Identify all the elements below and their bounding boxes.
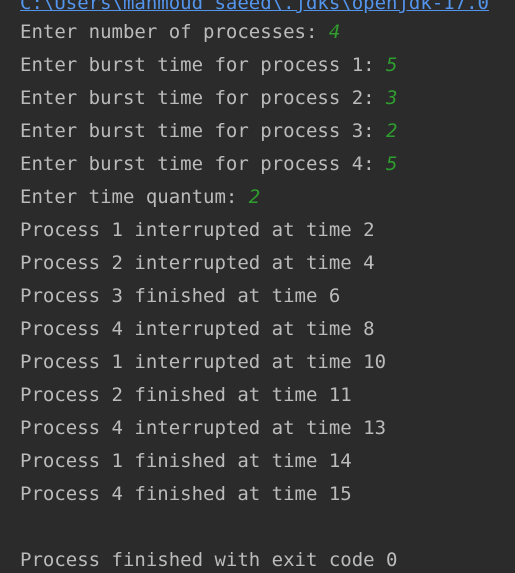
prompt-text: Enter time quantum: [20, 186, 249, 208]
output-text: Process 3 finished at time 6 [20, 285, 341, 307]
console-line: Process 3 finished at time 6 [20, 280, 398, 313]
console-line-exit: Process finished with exit code 0 [20, 544, 398, 573]
output-text: Process 4 finished at time 15 [20, 483, 352, 505]
output-text: Process 1 interrupted at time 10 [20, 351, 387, 373]
console-line: Enter number of processes: 4 [20, 16, 398, 49]
console-line: Process 1 finished at time 14 [20, 445, 398, 478]
console-line: Enter time quantum: 2 [20, 181, 398, 214]
console-line: Enter burst time for process 1: 5 [20, 49, 398, 82]
console-line: Process 4 interrupted at time 13 [20, 412, 398, 445]
output-text: Process 4 interrupted at time 13 [20, 417, 387, 439]
console-line: Enter burst time for process 3: 2 [20, 115, 398, 148]
user-input: 5 [386, 153, 398, 175]
console-line: Enter burst time for process 4: 5 [20, 148, 398, 181]
prompt-text: Enter burst time for process 2: [20, 87, 387, 109]
output-text: Process 4 interrupted at time 8 [20, 318, 375, 340]
console-line: Process 1 interrupted at time 10 [20, 346, 398, 379]
user-input: 4 [328, 21, 341, 43]
console-output: Enter number of processes: 4 Enter burst… [20, 16, 398, 573]
user-input: 5 [386, 54, 398, 76]
console-line: Process 2 interrupted at time 4 [20, 247, 398, 280]
prompt-text: Enter burst time for process 3: [20, 120, 387, 142]
prompt-text: Enter burst time for process 1: [20, 54, 387, 76]
console-line: Process 2 finished at time 11 [20, 379, 398, 412]
console-line: Process 1 interrupted at time 2 [20, 214, 398, 247]
run-console[interactable]: C:\Users\mahmoud saeed\.jdks\openjdk-17.… [0, 0, 515, 573]
exit-status-text: Process finished with exit code 0 [20, 549, 398, 571]
prompt-text: Enter number of processes: [20, 21, 329, 43]
user-input: 2 [248, 186, 261, 208]
prompt-text: Enter burst time for process 4: [20, 153, 387, 175]
console-line: Process 4 finished at time 15 [20, 478, 398, 511]
output-text: Process 1 finished at time 14 [20, 450, 352, 472]
console-line: Process 4 interrupted at time 8 [20, 313, 398, 346]
console-line: Enter burst time for process 2: 3 [20, 82, 398, 115]
output-text: Process 2 finished at time 11 [20, 384, 352, 406]
output-text: Process 1 interrupted at time 2 [20, 219, 375, 241]
output-text: Process 2 interrupted at time 4 [20, 252, 375, 274]
user-input: 3 [386, 87, 398, 109]
user-input: 2 [386, 120, 398, 142]
